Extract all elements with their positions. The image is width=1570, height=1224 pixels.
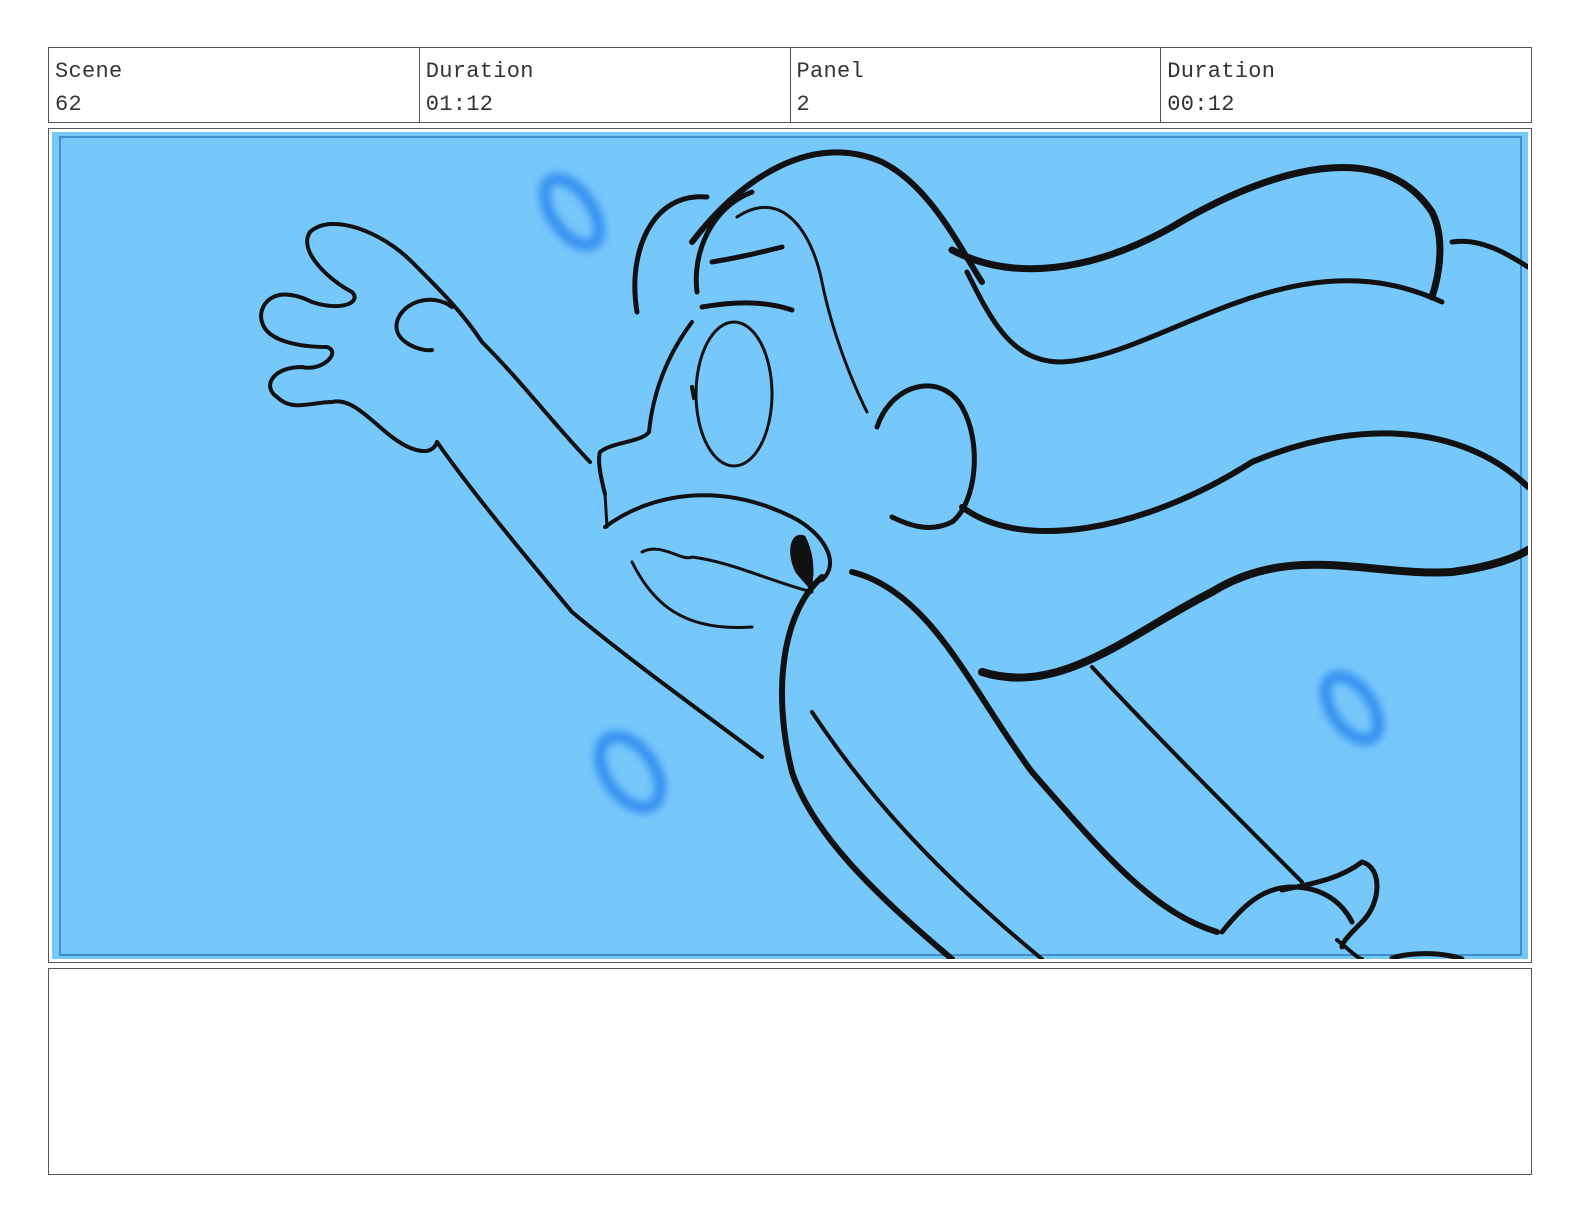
panel-background bbox=[52, 132, 1528, 959]
panel-label: Panel bbox=[796, 59, 865, 84]
scene-label: Scene bbox=[55, 59, 123, 84]
panel-duration-cell: Duration 00:12 bbox=[1161, 48, 1531, 122]
scene-cell: Scene 62 bbox=[49, 48, 420, 122]
panel-notes-box[interactable] bbox=[48, 968, 1532, 1175]
panel-number: 2 bbox=[796, 92, 811, 117]
scene-duration-label: Duration bbox=[425, 59, 534, 84]
panel-cell: Panel 2 bbox=[791, 48, 1162, 122]
panel-sketch-image bbox=[52, 132, 1528, 959]
panel-duration-value: 00:12 bbox=[1167, 92, 1235, 117]
storyboard-panel bbox=[48, 128, 1532, 963]
storyboard-header: Scene 62 Duration 01:12 Panel 2 Duration… bbox=[48, 47, 1532, 123]
scene-duration-cell: Duration 01:12 bbox=[420, 48, 791, 122]
scene-duration-value: 01:12 bbox=[425, 92, 494, 117]
scene-number: 62 bbox=[55, 92, 83, 117]
panel-duration-label: Duration bbox=[1167, 59, 1276, 84]
